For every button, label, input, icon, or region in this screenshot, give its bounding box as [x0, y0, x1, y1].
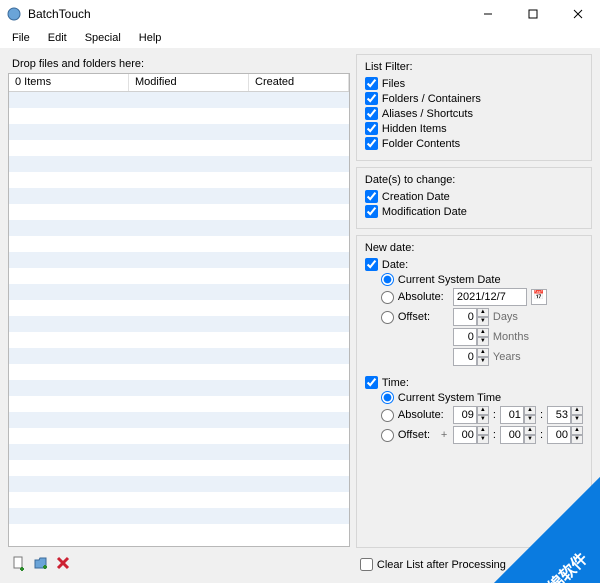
creation-date-chk[interactable]: Creation Date [365, 190, 583, 203]
minimize-button[interactable] [465, 0, 510, 28]
filter-folders[interactable]: Folders / Containers [365, 92, 583, 105]
absolute-date-input[interactable] [453, 288, 527, 306]
offset-date-radio[interactable]: Offset: [381, 311, 449, 324]
absolute-date-radio[interactable]: Absolute: [381, 291, 449, 304]
add-file-button[interactable] [10, 554, 28, 572]
toolbar [8, 547, 350, 575]
titlebar: BatchTouch [0, 0, 600, 28]
grid-header: 0 Items Modified Created [9, 74, 349, 92]
list-filter-legend: List Filter: [365, 61, 583, 73]
menu-file[interactable]: File [4, 30, 38, 46]
app-icon [6, 6, 22, 22]
grid-body[interactable] [9, 92, 349, 546]
plus-label: + [441, 429, 449, 441]
client-area: Drop files and folders here: 0 Items Mod… [0, 48, 600, 583]
dates-legend: Date(s) to change: [365, 174, 583, 186]
list-filter-group: List Filter: Files Folders / Containers … [356, 54, 592, 161]
drop-label: Drop files and folders here: [12, 58, 348, 70]
window-buttons [465, 0, 600, 28]
add-folder-button[interactable] [32, 554, 50, 572]
new-date-legend: New date: [365, 242, 583, 254]
menubar: File Edit Special Help [0, 28, 600, 48]
offset-days-spin[interactable]: ▲▼ [453, 308, 489, 326]
dates-to-change-group: Date(s) to change: Creation Date Modific… [356, 167, 592, 229]
clear-list-chk[interactable]: Clear List after Processing [356, 556, 592, 573]
left-pane: Drop files and folders here: 0 Items Mod… [8, 54, 350, 575]
maximize-button[interactable] [510, 0, 555, 28]
offset-years-spin[interactable]: ▲▼ [453, 348, 489, 366]
filter-hidden[interactable]: Hidden Items [365, 122, 583, 135]
filter-aliases[interactable]: Aliases / Shortcuts [365, 107, 583, 120]
menu-special[interactable]: Special [77, 30, 129, 46]
file-grid[interactable]: 0 Items Modified Created [8, 73, 350, 547]
close-button[interactable] [555, 0, 600, 28]
colon3: : [493, 429, 496, 441]
modification-date-chk[interactable]: Modification Date [365, 205, 583, 218]
days-label: Days [493, 311, 518, 323]
colon4: : [540, 429, 543, 441]
abs-min-spin[interactable]: ▲▼ [500, 406, 536, 424]
calendar-icon[interactable]: 📅 [531, 289, 547, 305]
colon2: : [540, 409, 543, 421]
filter-contents[interactable]: Folder Contents [365, 137, 583, 150]
months-label: Months [493, 331, 529, 343]
off-min-spin[interactable]: ▲▼ [500, 426, 536, 444]
col-items[interactable]: 0 Items [9, 74, 129, 91]
offset-time-radio[interactable]: Offset: [381, 429, 437, 442]
col-modified[interactable]: Modified [129, 74, 249, 91]
absolute-time-radio[interactable]: Absolute: [381, 409, 449, 422]
col-created[interactable]: Created [249, 74, 349, 91]
abs-sec-spin[interactable]: ▲▼ [547, 406, 583, 424]
menu-help[interactable]: Help [131, 30, 170, 46]
menu-edit[interactable]: Edit [40, 30, 75, 46]
new-date-group: New date: Date: Current System Date Abso… [356, 235, 592, 548]
off-sec-spin[interactable]: ▲▼ [547, 426, 583, 444]
right-pane: List Filter: Files Folders / Containers … [356, 54, 592, 575]
time-chk[interactable]: Time: [365, 376, 583, 389]
window-title: BatchTouch [28, 7, 465, 21]
abs-hour-spin[interactable]: ▲▼ [453, 406, 489, 424]
remove-button[interactable] [54, 554, 72, 572]
colon1: : [493, 409, 496, 421]
offset-months-spin[interactable]: ▲▼ [453, 328, 489, 346]
off-hour-spin[interactable]: ▲▼ [453, 426, 489, 444]
current-date-radio[interactable]: Current System Date [381, 273, 583, 286]
years-label: Years [493, 351, 521, 363]
date-chk[interactable]: Date: [365, 258, 583, 271]
filter-files[interactable]: Files [365, 77, 583, 90]
current-time-radio[interactable]: Current System Time [381, 391, 583, 404]
